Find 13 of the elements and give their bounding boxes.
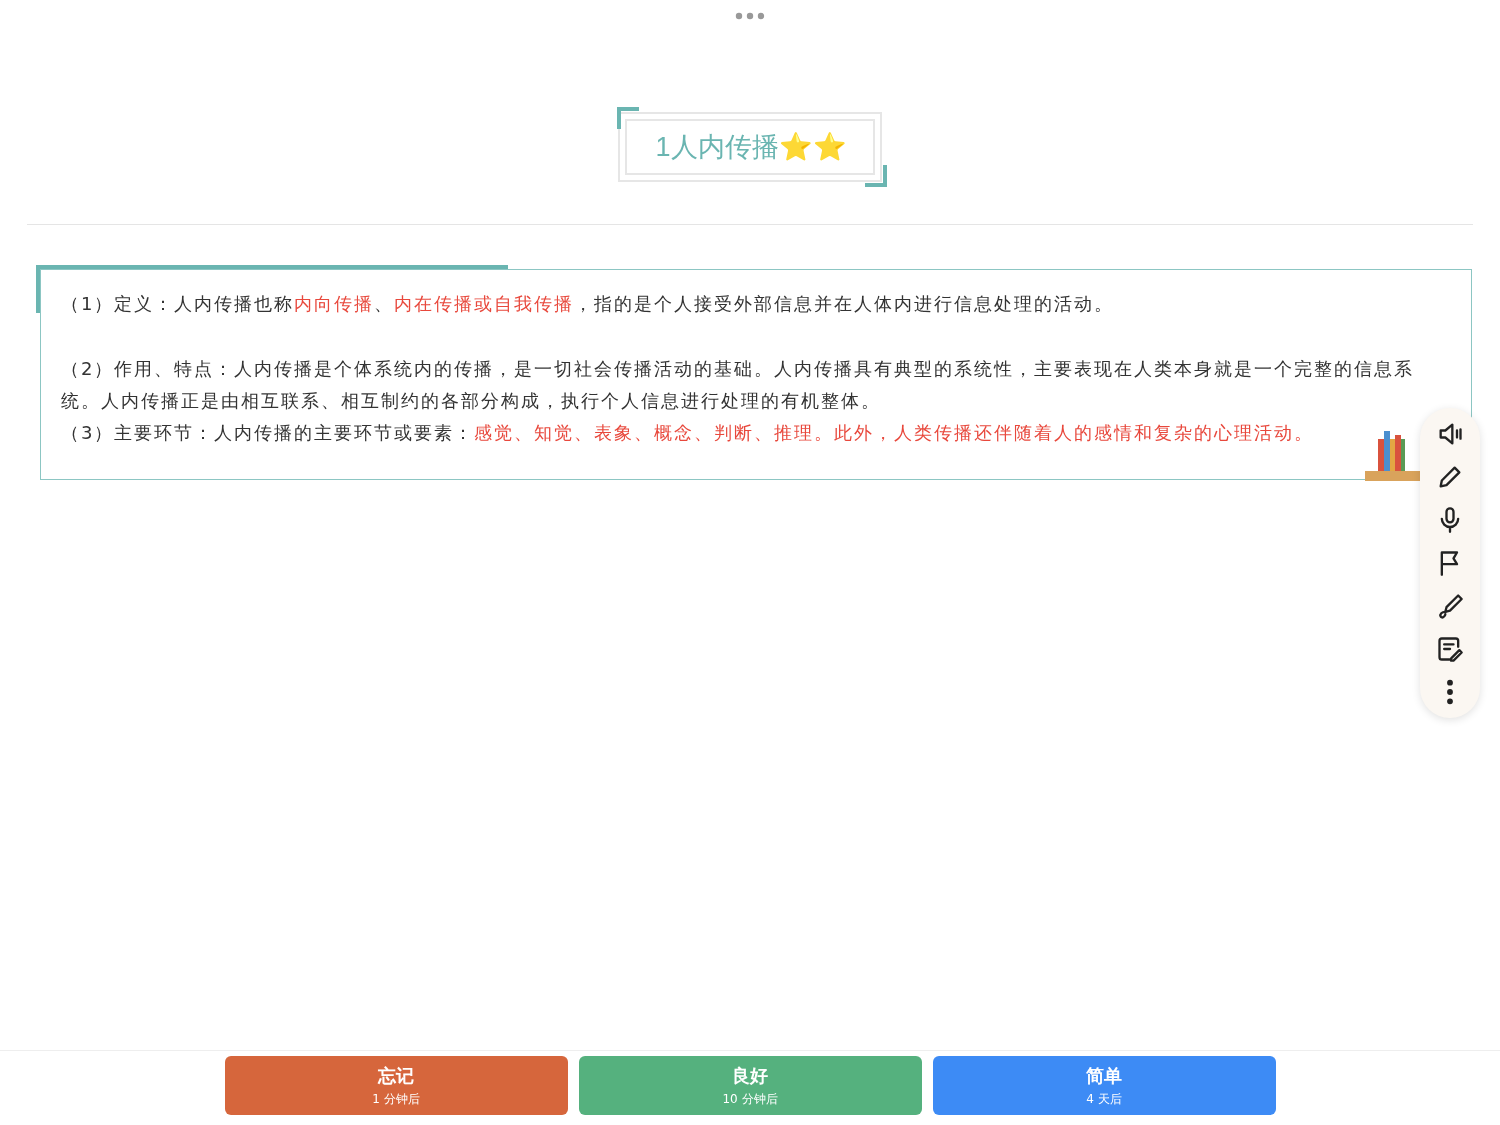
pen-icon[interactable] (1436, 592, 1464, 621)
answer-button[interactable]: 良好 10 分钟后 (578, 1056, 922, 1115)
answer-button[interactable]: 忘记 1 分钟后 (224, 1056, 568, 1115)
corner-bracket (864, 165, 887, 187)
more-dots-icon[interactable] (735, 12, 765, 20)
note-edit-icon[interactable] (1436, 635, 1464, 664)
bookshelf-icon (1365, 429, 1421, 481)
paragraph: （1）定义：人内传播也称内向传播、内在传播或自我传播，指的是个人接受外部信息并在人体内进行信息处理的活动。 (61, 292, 1115, 316)
corner-bracket (617, 107, 640, 129)
answer-button[interactable]: 简单 4 天后 (932, 1056, 1276, 1115)
paragraph: （2）作用、特点：人内传播是个体系统内的传播，是一切社会传播活动的基础。人内传播具有典型的系统性，主要表现在人类本身就是一个完整的信息系统。人内传播正是由相互联系、相互制约的各部分构成，执行个人信息进行处理的有机整体。 (61, 357, 1416, 413)
card-title: 1人内传播⭐⭐ (655, 131, 847, 164)
paragraph: （3）主要环节：人内传播的主要环节或要素：感觉、知觉、表象、概念、判断、推理。此外，人类传播还伴随着人的感情和复杂的心理活动。 (61, 421, 1315, 445)
